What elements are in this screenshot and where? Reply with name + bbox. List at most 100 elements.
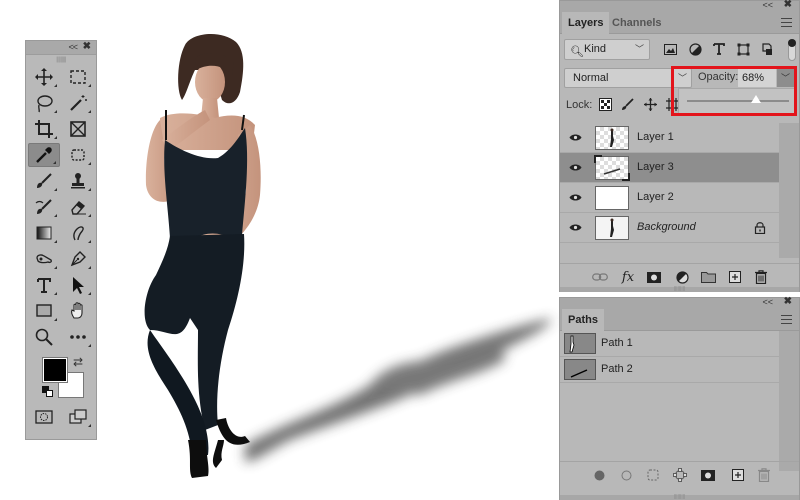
collapse-icon[interactable]: << <box>762 0 773 10</box>
smudge-tool[interactable] <box>62 221 94 245</box>
path-row[interactable]: Path 2 <box>560 357 779 383</box>
gradient-tool[interactable] <box>28 221 60 245</box>
stroke-path-icon[interactable] <box>618 467 634 483</box>
filter-smart-object-icon[interactable] <box>760 42 774 56</box>
quick-mask-button[interactable] <box>28 405 60 429</box>
hand-tool[interactable] <box>62 299 94 323</box>
path-name: Path 2 <box>601 363 633 375</box>
screen-mode-button[interactable] <box>62 405 94 429</box>
type-tool[interactable] <box>28 273 60 297</box>
panel-resize-grip[interactable]: ||||||||| <box>560 287 799 292</box>
close-icon[interactable]: ✖ <box>784 0 792 10</box>
path-selection-tool[interactable] <box>62 273 94 297</box>
visibility-eye-icon[interactable] <box>569 223 582 232</box>
opacity-dropdown-button[interactable]: ﹀ <box>777 69 794 87</box>
layer-name: Layer 1 <box>637 131 674 143</box>
lock-icon[interactable] <box>754 221 766 234</box>
frame-tool[interactable] <box>62 117 94 141</box>
layer-row[interactable]: Layer 1 <box>560 123 781 153</box>
crop-tool[interactable] <box>28 117 60 141</box>
tools-panel-header[interactable]: << ✖ <box>26 41 96 55</box>
lasso-tool[interactable] <box>28 91 60 115</box>
dodge-icon <box>36 254 52 264</box>
close-icon[interactable]: ✖ <box>83 41 91 52</box>
add-mask-icon[interactable] <box>646 269 662 285</box>
lock-position-icon[interactable] <box>644 98 657 111</box>
layers-scrollbar[interactable] <box>779 123 799 258</box>
blend-row: Normal ﹀ Opacity: 68% ﹀ <box>564 68 796 88</box>
layers-tabbar: Layers Channels <box>560 12 799 34</box>
move-tool[interactable] <box>28 65 60 89</box>
visibility-eye-icon[interactable] <box>569 163 582 172</box>
brush-tool[interactable] <box>28 169 60 193</box>
smudge-icon <box>73 226 84 241</box>
tab-paths[interactable]: Paths <box>562 309 604 331</box>
paths-scrollbar[interactable] <box>779 331 799 471</box>
spot-healing-tool[interactable] <box>62 143 94 167</box>
opacity-input[interactable]: 68% <box>738 69 776 87</box>
new-group-icon[interactable] <box>700 269 716 285</box>
collapse-icon[interactable]: << <box>762 297 773 307</box>
path-thumbnail <box>564 359 596 380</box>
layer-row[interactable]: Layer 2 <box>560 183 781 213</box>
more-tools[interactable] <box>62 325 94 349</box>
close-icon[interactable]: ✖ <box>784 296 792 307</box>
add-mask-icon[interactable] <box>700 467 716 483</box>
magic-wand-icon <box>70 95 87 111</box>
fill-path-icon[interactable] <box>591 467 607 483</box>
tools-panel: << ✖ ||||||||| ⇄ <box>25 40 97 440</box>
clone-stamp-tool[interactable] <box>62 169 94 193</box>
filter-shape-icon[interactable] <box>736 42 750 56</box>
filter-toggle[interactable] <box>788 39 796 61</box>
layer-row[interactable]: Background <box>560 213 781 243</box>
link-layers-icon[interactable] <box>592 269 608 285</box>
make-work-path-icon[interactable] <box>672 467 688 483</box>
panel-menu-icon[interactable] <box>781 315 792 324</box>
delete-layer-icon[interactable] <box>753 269 769 285</box>
marquee-tool[interactable] <box>62 65 94 89</box>
magnifier-icon <box>35 328 53 346</box>
swap-colors-icon[interactable]: ⇄ <box>73 355 83 369</box>
history-brush-tool[interactable] <box>28 195 60 219</box>
paths-panel-header[interactable]: << ✖ <box>560 296 799 309</box>
frame-icon <box>70 121 86 137</box>
panel-menu-icon[interactable] <box>781 18 792 27</box>
tab-channels[interactable]: Channels <box>606 12 668 34</box>
filter-adjustment-icon[interactable] <box>688 42 702 56</box>
visibility-eye-icon[interactable] <box>569 193 582 202</box>
layers-panel-header[interactable]: << ✖ <box>560 0 799 12</box>
load-path-as-selection-icon[interactable] <box>645 467 661 483</box>
rectangle-tool[interactable] <box>28 299 60 323</box>
magic-wand-tool[interactable] <box>62 91 94 115</box>
visibility-eye-icon[interactable] <box>569 133 582 142</box>
lock-image-pixels-icon[interactable] <box>621 98 634 111</box>
filter-type-icon[interactable] <box>712 42 726 56</box>
layer-row[interactable]: Layer 3 <box>560 153 781 183</box>
zoom-tool[interactable] <box>28 325 60 349</box>
new-path-icon[interactable] <box>730 467 746 483</box>
collapse-icon[interactable]: << <box>68 42 77 52</box>
document-canvas[interactable]: << ✖ ||||||||| ⇄ << ✖ Layers Channels 🔍︎… <box>0 0 800 500</box>
opacity-label: Opacity: <box>698 71 739 83</box>
paths-footer <box>560 461 799 487</box>
tab-layers[interactable]: Layers <box>562 12 610 34</box>
dodge-tool[interactable] <box>28 247 60 271</box>
default-colors-icon[interactable] <box>42 386 54 398</box>
path-row[interactable]: Path 1 <box>560 331 779 357</box>
drag-grip[interactable]: ||||||||| <box>26 55 96 65</box>
adjustment-layer-icon[interactable] <box>674 269 690 285</box>
opacity-slider-track[interactable] <box>687 100 789 102</box>
new-layer-icon[interactable] <box>727 269 743 285</box>
filter-pixel-icon[interactable] <box>663 42 677 56</box>
panel-resize-grip[interactable]: ||||||||| <box>560 495 799 500</box>
eraser-tool[interactable] <box>62 195 94 219</box>
delete-path-icon[interactable] <box>756 467 772 483</box>
blend-mode-select[interactable]: Normal ﹀ <box>564 68 692 88</box>
fx-icon[interactable]: fx <box>620 269 636 285</box>
pen-tool[interactable] <box>62 247 94 271</box>
eyedropper-tool[interactable] <box>28 143 60 167</box>
lock-transparent-pixels-icon[interactable] <box>599 98 612 111</box>
filter-kind-select[interactable]: 🔍︎ Kind ﹀ <box>564 39 650 60</box>
opacity-slider-thumb[interactable] <box>751 95 762 103</box>
foreground-color-swatch[interactable] <box>42 357 68 383</box>
